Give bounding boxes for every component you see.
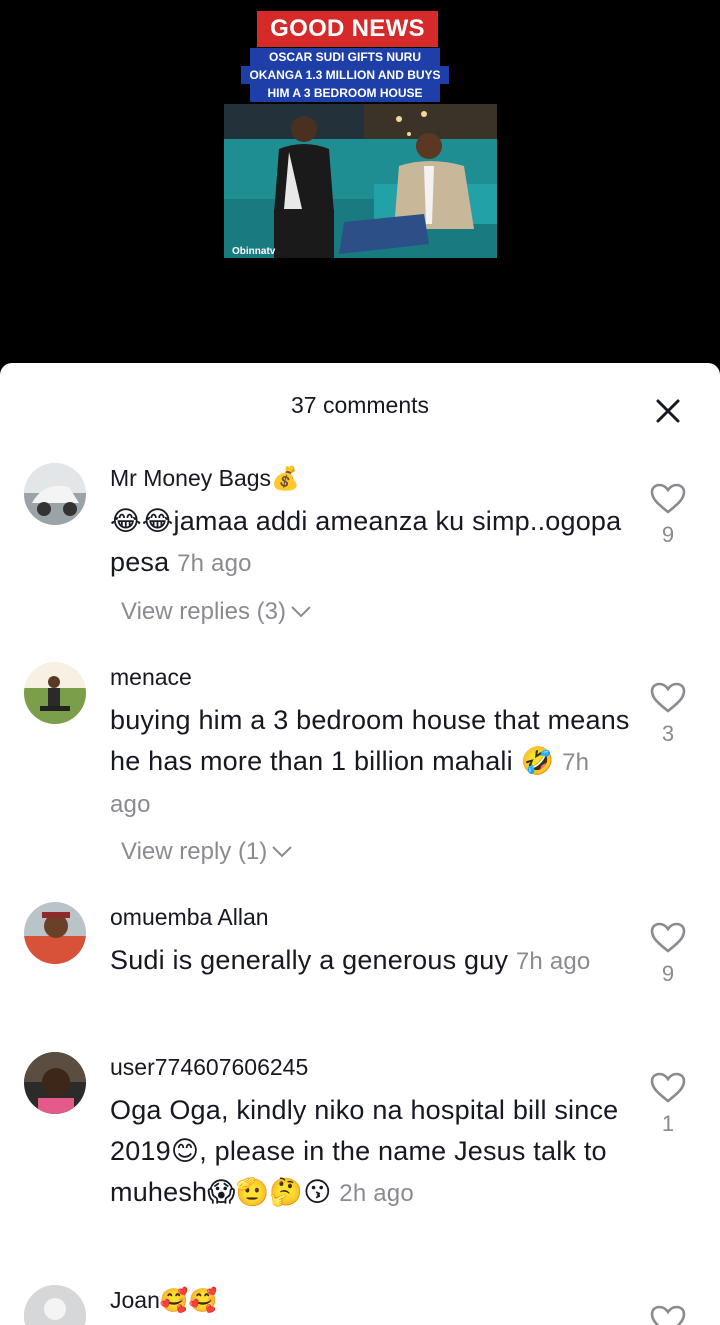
comment-username[interactable]: Mr Money Bags💰	[110, 465, 300, 492]
like-button[interactable]: 9	[648, 922, 688, 987]
video-watermark: Obinnatv	[232, 246, 276, 257]
comment-text: Oga Oga, kindly niko na hospital bill si…	[110, 1090, 630, 1214]
like-button[interactable]	[648, 1305, 688, 1325]
heart-icon	[650, 682, 686, 713]
heart-icon	[650, 1072, 686, 1103]
headline-banner: GOOD NEWS	[257, 11, 438, 47]
view-replies-label: View reply (1)	[121, 838, 268, 865]
avatar[interactable]	[24, 1285, 86, 1325]
comment-body: Sudi is generally a generous guy	[110, 945, 509, 975]
comment-text: 😂😂jamaa addi ameanza ku simp..ogopa pesa…	[110, 501, 630, 584]
headline-subline-3: HIM A 3 BEDROOM HOUSE	[250, 84, 440, 102]
like-count: 3	[661, 721, 675, 746]
comment-body: buying him a 3 bedroom house that means …	[110, 705, 630, 776]
comment-text: buying him a 3 bedroom house that means …	[110, 700, 630, 825]
comment-time: 7h ago	[515, 948, 591, 975]
like-count: 1	[661, 1111, 675, 1136]
comment-text: Sudi is generally a generous guy 7h ago	[110, 940, 630, 982]
comment-username[interactable]: Joan🥰🥰	[110, 1287, 217, 1314]
heart-icon	[650, 922, 686, 953]
headline-subline-2: OKANGA 1.3 MILLION AND BUYS	[241, 66, 449, 84]
comments-sheet: 37 comments Mr Money Bags💰 😂😂jamaa addi …	[0, 363, 720, 1325]
avatar[interactable]	[24, 662, 86, 724]
avatar[interactable]	[24, 902, 86, 964]
like-count: 9	[661, 961, 675, 986]
like-button[interactable]: 3	[648, 682, 688, 747]
video-player[interactable]: GOOD NEWS OSCAR SUDI GIFTS NURU OKANGA 1…	[0, 0, 720, 380]
video-thumbnail	[224, 104, 497, 258]
view-replies-button[interactable]: View replies (3)	[121, 598, 312, 626]
chevron-down-icon	[291, 606, 311, 618]
comment-time: 7h ago	[177, 550, 252, 577]
close-button[interactable]	[652, 395, 684, 427]
comment-username[interactable]: omuemba Allan	[110, 904, 269, 931]
comments-count-title: 37 comments	[290, 392, 430, 418]
chevron-down-icon	[272, 846, 292, 858]
heart-icon	[650, 1305, 686, 1325]
avatar[interactable]	[24, 463, 86, 525]
comment-time: 2h ago	[339, 1180, 414, 1207]
comment-username[interactable]: user774607606245	[110, 1054, 308, 1081]
like-button[interactable]: 9	[648, 483, 688, 548]
view-replies-label: View replies (3)	[121, 598, 286, 625]
view-replies-button[interactable]: View reply (1)	[121, 838, 293, 866]
comment-username[interactable]: menace	[110, 664, 192, 691]
heart-icon	[650, 483, 686, 514]
avatar[interactable]	[24, 1052, 86, 1114]
close-icon	[656, 399, 680, 423]
like-count: 9	[661, 522, 675, 547]
like-button[interactable]: 1	[648, 1072, 688, 1137]
headline-subline-1: OSCAR SUDI GIFTS NURU	[250, 48, 440, 66]
